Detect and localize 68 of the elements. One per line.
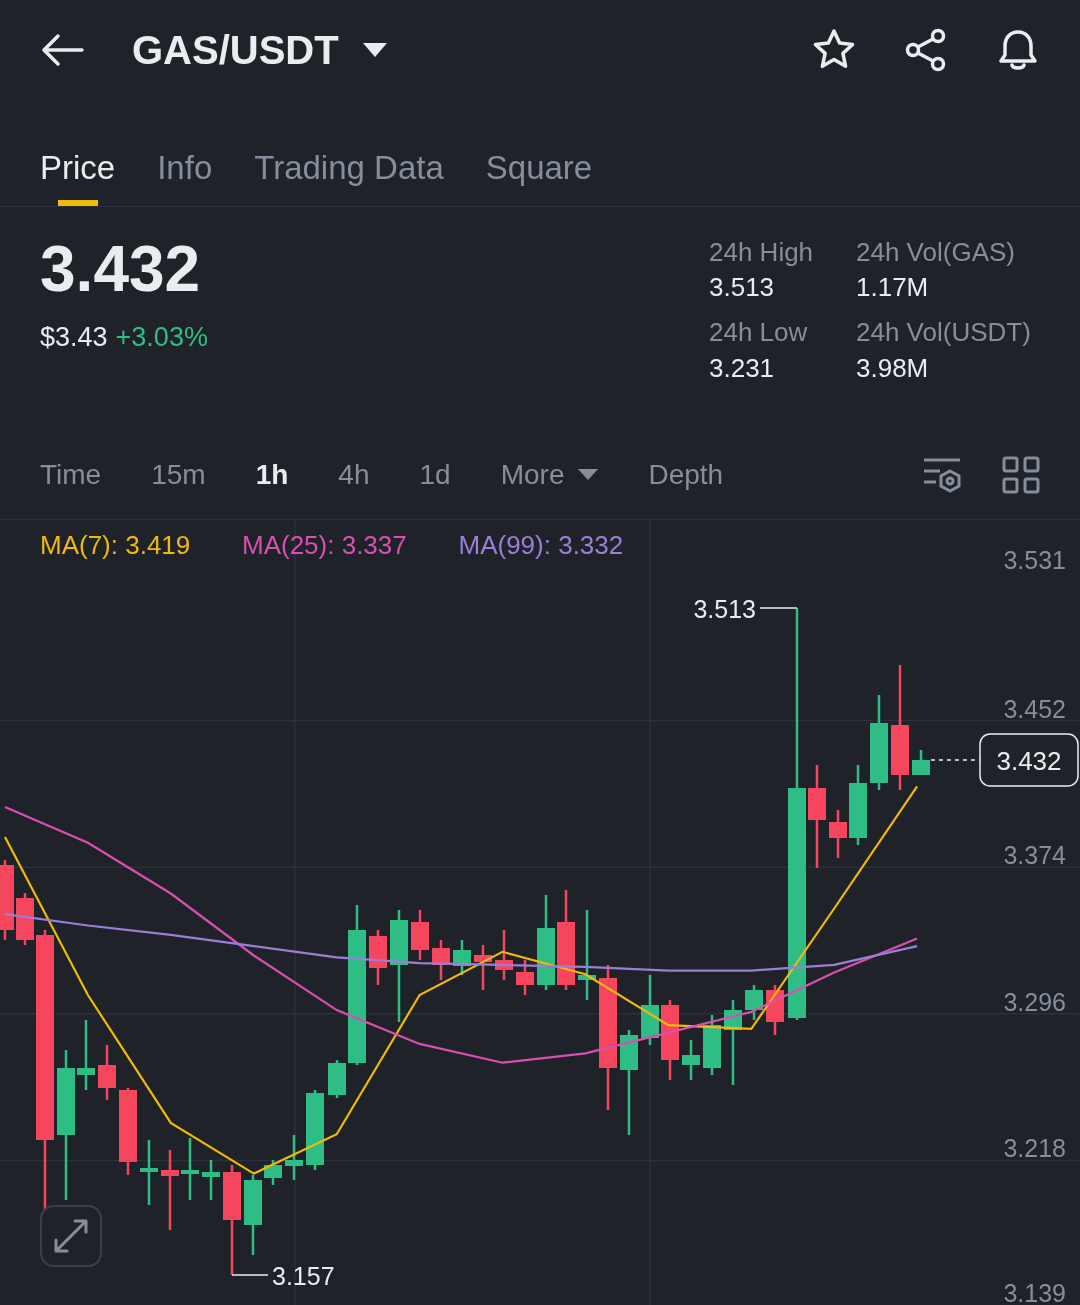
candlestick — [369, 930, 387, 985]
low-price-label: 3.157 — [272, 1262, 335, 1290]
candlestick — [181, 1138, 199, 1200]
candlestick — [703, 1015, 721, 1075]
stat-value: 3.513 — [709, 272, 776, 304]
stat-label: 24h Vol(USDT) — [856, 317, 1032, 349]
back-button[interactable] — [40, 32, 84, 68]
fiat-price: $3.43 — [40, 321, 108, 354]
candlestick — [77, 1020, 95, 1090]
stat-label: 24h Low — [709, 317, 809, 349]
tab[interactable]: Square — [485, 100, 593, 206]
axis-label: 3.139 — [1003, 1279, 1066, 1305]
stat-value: 3.98M — [856, 352, 930, 384]
interval-tab[interactable]: Depth — [648, 453, 724, 496]
candlestick — [516, 960, 534, 995]
share-button[interactable] — [904, 28, 948, 72]
candlestick — [328, 1060, 346, 1098]
expand-button[interactable] — [40, 1205, 102, 1267]
axis-label: 3.374 — [1003, 841, 1066, 870]
tab[interactable]: Trading Data — [254, 100, 444, 206]
stat-value: 1.17M — [856, 272, 930, 304]
candlestick — [16, 893, 34, 945]
stat-label: 24h High — [709, 237, 815, 269]
current-price-label: 3.432 — [996, 746, 1062, 776]
interval-tab[interactable]: 1d — [419, 453, 451, 496]
price-change: +3.03% — [115, 321, 208, 354]
leader-line — [231, 1274, 269, 1276]
interval-tab[interactable]: More — [500, 453, 599, 496]
candlestick — [411, 910, 429, 960]
axis-label: 3.218 — [1003, 1134, 1066, 1163]
candlestick — [202, 1160, 220, 1200]
axis-label: 3.452 — [1003, 694, 1066, 723]
candlestick — [264, 1160, 282, 1185]
stat-label: 24h Vol(GAS) — [856, 237, 1016, 269]
ma-legend: MA(99): 3.332 — [458, 530, 624, 560]
pair-selector[interactable]: GAS/USDT — [132, 20, 387, 80]
caret-icon — [362, 43, 387, 57]
ma-legend: MA(25): 3.337 — [242, 530, 407, 560]
interval-tab[interactable]: 15m — [151, 453, 206, 496]
leader-line — [759, 607, 798, 609]
layout-grid-button[interactable] — [1002, 455, 1040, 494]
ma-legend: MA(7): 3.419 — [40, 530, 191, 560]
bell-button[interactable] — [996, 28, 1040, 72]
axis-label: 3.531 — [1003, 546, 1066, 574]
candlestick — [474, 945, 492, 990]
candlestick — [766, 985, 784, 1035]
candlestick — [140, 1140, 158, 1205]
tab[interactable]: Info — [157, 100, 213, 206]
candlestick — [453, 940, 471, 975]
interval-tab[interactable]: Time — [40, 453, 102, 496]
expand-icon — [53, 1218, 89, 1254]
candlestick — [495, 930, 513, 980]
candlestick — [285, 1135, 303, 1180]
axis-label: 3.296 — [1003, 987, 1066, 1016]
candlestick — [98, 1045, 116, 1100]
last-price: 3.432 — [40, 237, 202, 301]
interval-tab[interactable]: 4h — [338, 453, 370, 496]
candlestick — [432, 940, 450, 980]
candlestick — [682, 1040, 700, 1080]
caret-icon — [578, 469, 599, 480]
stat-value: 3.231 — [709, 352, 776, 384]
interval-tab[interactable]: 1h — [255, 453, 289, 496]
tab[interactable]: Price — [40, 100, 116, 206]
candlestick — [829, 810, 847, 858]
candlestick — [641, 975, 659, 1045]
high-price-label: 3.513 — [693, 595, 756, 623]
candlestick — [745, 985, 763, 1020]
candlestick — [912, 750, 930, 775]
